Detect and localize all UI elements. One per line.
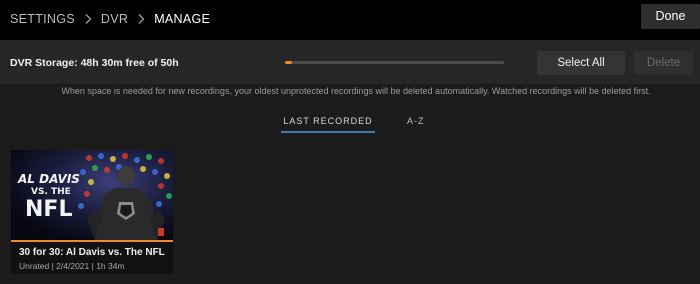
watched-progress-bar (11, 240, 173, 242)
thumb-text-line3: NFL (25, 197, 72, 222)
network-badge-icon (158, 228, 164, 236)
storage-progress-track (285, 61, 504, 64)
thumb-text-line1: AL DAVIS (17, 172, 80, 186)
breadcrumb: SETTINGS DVR MANAGE (10, 12, 210, 26)
select-all-button[interactable]: Select All (537, 51, 625, 75)
delete-button[interactable]: Delete (634, 51, 693, 75)
storage-progress-fill (285, 61, 292, 64)
recording-meta: Unrated | 2/4/2021 | 1h 34m (19, 261, 125, 271)
breadcrumb-manage: MANAGE (154, 12, 211, 26)
sort-tabs: LAST RECORDED A-Z (281, 114, 425, 134)
thumb-text-line2: VS. THE (31, 187, 71, 197)
thumbnail-title-art: AL DAVIS VS. THE NFL (17, 172, 80, 222)
recording-card[interactable]: AL DAVIS VS. THE NFL 30 for 30: Al Davis… (11, 150, 173, 274)
storage-info-text: When space is needed for new recordings,… (61, 86, 651, 96)
recording-thumbnail: AL DAVIS VS. THE NFL (11, 150, 173, 240)
chevron-right-icon (134, 12, 148, 26)
breadcrumb-dvr[interactable]: DVR (101, 12, 128, 26)
breadcrumb-settings[interactable]: SETTINGS (10, 12, 75, 26)
done-button[interactable]: Done (641, 4, 700, 29)
tab-a-z[interactable]: A-Z (407, 114, 425, 133)
storage-label: DVR Storage: 48h 30m free of 50h (10, 57, 179, 69)
recording-title: 30 for 30: Al Davis vs. The NFL (19, 247, 165, 258)
chevron-right-icon (81, 12, 95, 26)
tab-last-recorded[interactable]: LAST RECORDED (281, 114, 375, 133)
